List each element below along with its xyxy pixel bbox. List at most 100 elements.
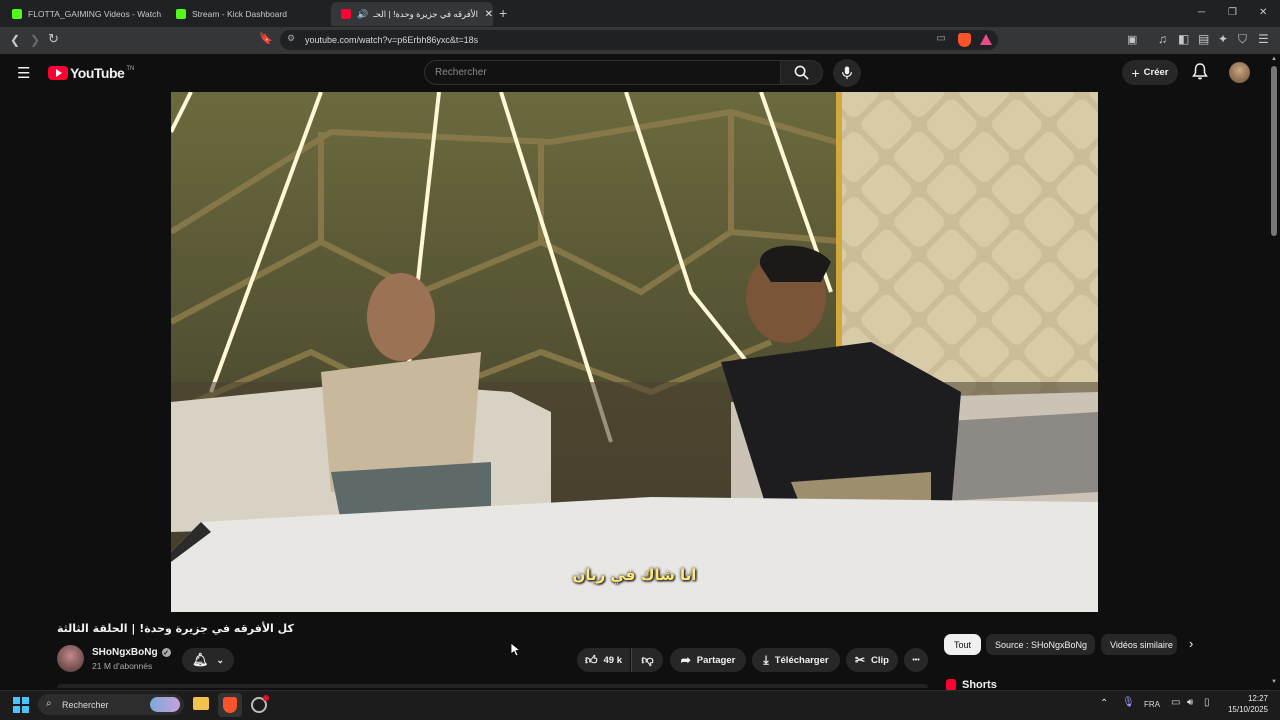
thumbs-down-icon: 👎︎ xyxy=(641,652,654,667)
dislike-button[interactable]: 👎︎ xyxy=(631,648,663,672)
brave-browser-icon[interactable] xyxy=(223,697,237,713)
site-info-icon[interactable]: ⚙ xyxy=(287,33,295,44)
youtube-play-logo-icon xyxy=(48,66,68,80)
create-button[interactable]: + Créer xyxy=(1122,60,1178,85)
taskbar-search-box[interactable]: ⌕ Rechercher xyxy=(38,694,184,715)
media-icon[interactable]: ▣ xyxy=(1127,33,1137,47)
thumbs-up-icon: 👍︎ xyxy=(584,652,598,667)
bell-icon: 🔔︎ xyxy=(191,652,209,667)
system-clock[interactable]: 12:27 15/10/2025 xyxy=(1222,693,1268,715)
share-label: Partager xyxy=(696,654,736,666)
scissors-icon: ✂ xyxy=(854,653,866,667)
taskbar-search-label: Rechercher xyxy=(62,699,109,710)
cast-icon[interactable]: ▭ xyxy=(937,33,946,44)
new-tab-button[interactable]: + xyxy=(499,6,507,20)
bookmark-icon[interactable]: 🔖 xyxy=(259,32,273,46)
clip-button[interactable]: ✂ Clip xyxy=(846,648,898,672)
clock-date: 15/10/2025 xyxy=(1227,705,1268,714)
hamburger-menu-icon[interactable]: ☰ xyxy=(17,64,30,82)
logo-country-code: TN xyxy=(126,66,135,72)
like-count: 49 k xyxy=(603,654,623,666)
leo-ai-icon[interactable]: ✦ xyxy=(1218,32,1228,46)
reload-icon[interactable]: ↻ xyxy=(48,32,59,46)
like-button[interactable]: 👍︎ 49 k xyxy=(577,648,630,672)
tab-title: كل الأفرقه في جزيرة وحدة! | الحـ xyxy=(373,8,478,19)
scroll-up-arrow-icon[interactable]: ▲ xyxy=(1271,56,1277,62)
subscriber-count: 21 M d'abonnés xyxy=(92,661,153,671)
channel-name-row[interactable]: SHoNgxBoNg ✓ xyxy=(92,647,171,658)
plus-icon: + xyxy=(1131,64,1140,81)
video-title: كل الأفرقه في جزيرة وحدة! | الحلقة الثال… xyxy=(57,622,294,635)
notification-dot-icon xyxy=(263,695,269,701)
share-arrow-icon: ➦ xyxy=(680,653,691,667)
voice-search-button[interactable] xyxy=(833,59,861,87)
notifications-bell-icon[interactable] xyxy=(1192,63,1208,85)
more-actions-button[interactable]: ••• xyxy=(904,648,928,672)
create-label: Créer xyxy=(1143,67,1169,78)
speaker-icon[interactable]: 🔊 xyxy=(357,9,368,20)
chips-next-chevron-icon[interactable]: › xyxy=(1189,636,1193,651)
brave-rewards-icon[interactable] xyxy=(980,34,992,45)
browser-tab-youtube[interactable]: 🔊 كل الأفرقه في جزيرة وحدة! | الحـ ✕ xyxy=(331,2,493,26)
kick-favicon-icon xyxy=(12,9,22,19)
clip-label: Clip xyxy=(871,654,889,666)
tray-microphone-icon[interactable]: 🎙︎ xyxy=(1122,697,1135,708)
microphone-icon xyxy=(842,66,852,80)
chip-all[interactable]: Tout xyxy=(944,634,981,655)
music-icon[interactable]: ♫ xyxy=(1158,32,1167,46)
account-avatar[interactable] xyxy=(1229,62,1250,83)
search-highlight-image xyxy=(150,697,180,712)
language-indicator[interactable]: FRA xyxy=(1144,700,1160,709)
battery-icon[interactable]: ▯ xyxy=(1204,697,1210,708)
search-placeholder: Rechercher xyxy=(435,67,487,78)
network-icon[interactable]: ▭ xyxy=(1171,697,1180,708)
verified-check-icon: ✓ xyxy=(161,648,171,657)
download-label: Télécharger xyxy=(774,654,829,666)
scroll-down-arrow-icon[interactable]: ▼ xyxy=(1271,679,1277,685)
maximize-button[interactable]: ❐ xyxy=(1228,6,1237,20)
channel-name: SHoNgxBoNg xyxy=(92,647,158,658)
minimize-button[interactable]: ─ xyxy=(1198,6,1205,20)
download-icon: ⤓ xyxy=(763,652,769,667)
wallet-icon[interactable]: ▤ xyxy=(1198,32,1209,46)
file-explorer-icon[interactable] xyxy=(193,697,209,710)
subscription-bell-button[interactable]: 🔔︎ ⌄ xyxy=(182,648,234,672)
logo-text: YouTube xyxy=(70,65,125,81)
menu-icon[interactable]: ☰ xyxy=(1258,32,1269,46)
video-frame-image xyxy=(171,92,1098,612)
tray-overflow-chevron-icon[interactable]: ⌃ xyxy=(1100,698,1108,709)
url-text: youtube.com/watch?v=p6Erbh86yxc&t=18s xyxy=(305,35,479,45)
page-scrollbar-thumb[interactable] xyxy=(1271,66,1277,236)
volume-icon[interactable]: 🔊︎ xyxy=(1187,697,1193,708)
search-input[interactable]: Rechercher xyxy=(424,60,781,85)
share-button[interactable]: ➦ Partager xyxy=(670,648,746,672)
search-icon xyxy=(794,65,809,80)
windows-start-icon[interactable] xyxy=(13,697,29,713)
forward-icon[interactable]: ❯ xyxy=(30,33,40,47)
chip-similar-videos[interactable]: Vidéos similaire xyxy=(1101,634,1177,655)
search-button[interactable] xyxy=(780,60,823,85)
vpn-icon[interactable]: ⛉ xyxy=(1238,32,1247,46)
more-dots-icon: ••• xyxy=(912,656,920,664)
windows-taskbar xyxy=(0,690,1280,720)
youtube-favicon-icon xyxy=(341,9,351,19)
youtube-logo[interactable]: YouTube TN xyxy=(48,65,134,81)
close-window-button[interactable]: ✕ xyxy=(1259,6,1267,20)
clock-time: 12:27 xyxy=(1247,694,1268,703)
back-icon[interactable]: ❮ xyxy=(10,33,20,47)
browser-tab-kick-dashboard[interactable]: Stream - Kick Dashboard xyxy=(166,2,326,26)
chip-source-channel[interactable]: Source : SHoNgxBoNg xyxy=(986,634,1095,655)
video-subtitle: انا شاك في ريان xyxy=(572,566,697,584)
description-box-edge xyxy=(57,684,928,688)
video-player[interactable]: انا شاك في ريان xyxy=(171,92,1098,612)
tab-title: Stream - Kick Dashboard xyxy=(192,9,287,19)
sidebar-icon[interactable]: ◧ xyxy=(1178,32,1189,46)
channel-avatar[interactable] xyxy=(57,645,84,672)
browser-tab-kick-videos[interactable]: FLOTTA_GAIMING Videos - Watch Cr xyxy=(2,2,162,26)
close-tab-icon[interactable]: ✕ xyxy=(485,9,493,20)
address-bar[interactable]: ⚙ youtube.com/watch?v=p6Erbh86yxc&t=18s … xyxy=(280,30,998,50)
brave-shields-icon[interactable] xyxy=(958,33,971,47)
download-button[interactable]: ⤓ Télécharger xyxy=(752,648,840,672)
chevron-down-icon: ⌄ xyxy=(216,654,225,665)
kick-favicon-icon xyxy=(176,9,186,19)
